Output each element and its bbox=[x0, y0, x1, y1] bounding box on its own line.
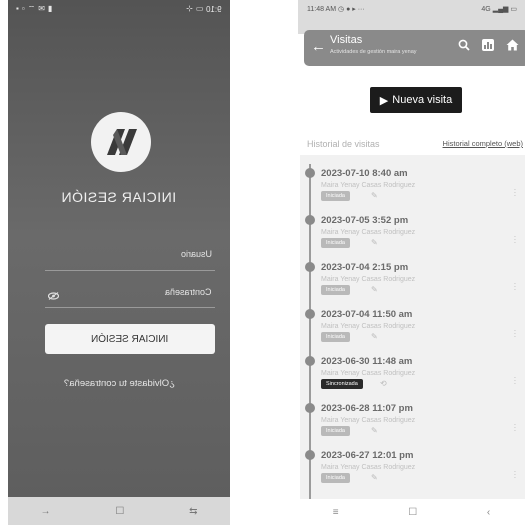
signal-icon: ▫ bbox=[21, 4, 25, 13]
logo-icon bbox=[107, 129, 137, 155]
edit-icon[interactable]: ✎ bbox=[371, 191, 378, 201]
app-bar: ← Visitas Actividades de gestión maira y… bbox=[304, 30, 525, 66]
timeline-dot bbox=[305, 215, 315, 225]
login-button[interactable]: INICIAR SESIÓN bbox=[45, 324, 215, 354]
home-icon[interactable] bbox=[506, 39, 519, 51]
back-arrow-icon[interactable]: ← bbox=[311, 38, 326, 55]
app-bar-subtitle: Actividades de gestión maira yenay bbox=[330, 49, 417, 55]
forgot-password-link[interactable]: ¿Olvidaste tu contraseña? bbox=[8, 378, 230, 389]
history-label: Historial de visitas bbox=[307, 139, 380, 149]
new-visit-label: Nueva visita bbox=[392, 94, 453, 106]
right-system-nav: ≡ ☐ ‹ bbox=[298, 499, 525, 525]
edit-icon[interactable]: ✎ bbox=[371, 285, 378, 295]
password-field[interactable]: Contraseña bbox=[165, 287, 212, 297]
visit-date: 2023-07-10 8:40 am bbox=[321, 168, 408, 179]
full-history-link[interactable]: Historial completo (web) bbox=[443, 139, 523, 148]
app-bar-actions bbox=[458, 39, 519, 51]
nav-recents-icon[interactable]: ⇆ bbox=[189, 506, 197, 517]
password-label: Contraseña bbox=[165, 287, 212, 297]
visit-date: 2023-07-04 11:50 am bbox=[321, 309, 413, 320]
right-status-right: 4G ▂▄▆ ▭ bbox=[481, 5, 517, 13]
status-badge: Iniciada bbox=[321, 426, 350, 436]
battery-small-icon: ▮ bbox=[47, 4, 53, 13]
visit-person: Maira Yenay Casas Rodriguez bbox=[321, 229, 416, 236]
visit-date: 2023-06-28 11:07 pm bbox=[321, 403, 413, 414]
visit-person: Maira Yenay Casas Rodriguez bbox=[321, 323, 416, 330]
visit-item[interactable]: 2023-06-27 12:01 pm Maira Yenay Casas Ro… bbox=[300, 447, 525, 505]
edit-icon[interactable]: ✎ bbox=[371, 332, 378, 342]
left-status-icons: ▪ ▫ ⌔ ✉ ▮ bbox=[16, 5, 52, 13]
more-options-icon[interactable]: · · · bbox=[513, 374, 517, 388]
status-badge: Iniciada bbox=[321, 473, 350, 483]
status-badge: Iniciada bbox=[321, 238, 350, 248]
visit-person: Maira Yenay Casas Rodriguez bbox=[321, 417, 416, 424]
right-status-time: 11:48 AM bbox=[307, 6, 337, 13]
network-type: 4G bbox=[481, 6, 491, 13]
sync-icon: ⟲ bbox=[380, 379, 387, 388]
status-badge: Sincronizada bbox=[321, 379, 363, 389]
right-status-left: 11:48 AM ◷ ● ▸ ··· bbox=[307, 5, 365, 13]
notification-icon: ▪ bbox=[16, 4, 19, 13]
visit-person: Maira Yenay Casas Rodriguez bbox=[321, 182, 416, 189]
play-icon: ▶ bbox=[379, 94, 389, 107]
visits-screen: 11:48 AM ◷ ● ▸ ··· 4G ▂▄▆ ▭ ← Visitas Ac… bbox=[298, 0, 525, 525]
visit-date: 2023-07-05 3:52 pm bbox=[321, 215, 409, 226]
login-title: INICIAR SESIÓN bbox=[61, 189, 177, 205]
status-badge: Iniciada bbox=[321, 332, 350, 342]
edit-icon[interactable]: ✎ bbox=[371, 238, 378, 248]
visit-date: 2023-06-30 11:48 am bbox=[321, 356, 413, 367]
nav-home-icon[interactable]: ☐ bbox=[408, 507, 417, 518]
timeline-dot bbox=[305, 168, 315, 178]
more-options-icon[interactable]: · · · bbox=[513, 327, 517, 341]
password-underline bbox=[45, 307, 215, 308]
battery-icon: ▭ bbox=[195, 4, 204, 13]
battery-icon: ▭ bbox=[510, 6, 517, 13]
app-bar-title: Visitas bbox=[330, 34, 363, 46]
left-status-time: 9:10 bbox=[206, 4, 222, 14]
timeline-dot bbox=[305, 262, 315, 272]
app-logo bbox=[91, 112, 151, 172]
username-label: Usuario bbox=[180, 249, 212, 259]
more-options-icon[interactable]: · · · bbox=[513, 280, 517, 294]
nav-recents-icon[interactable]: ≡ bbox=[333, 507, 339, 518]
more-options-icon[interactable]: · · · bbox=[513, 421, 517, 435]
more-options-icon[interactable]: · · · bbox=[513, 468, 517, 482]
visit-date: 2023-06-27 12:01 pm bbox=[321, 450, 414, 461]
bar-chart-icon[interactable] bbox=[482, 39, 494, 51]
new-visit-button[interactable]: ▶ Nueva visita bbox=[370, 87, 462, 113]
visit-person: Maira Yenay Casas Rodriguez bbox=[321, 464, 416, 471]
timeline-dot bbox=[305, 403, 315, 413]
screenshot-root: ▪ ▫ ⌔ ✉ ▮ ⊹ ▭ 9:10 INICIAR SESIÓN Usuari… bbox=[0, 0, 525, 525]
password-visibility-icon[interactable] bbox=[47, 287, 60, 305]
status-badge: Iniciada bbox=[321, 285, 350, 295]
mail-icon: ✉ bbox=[38, 4, 45, 13]
right-status-bar: 11:48 AM ◷ ● ▸ ··· 4G ▂▄▆ ▭ bbox=[298, 0, 525, 34]
more-options-icon[interactable]: · · · bbox=[513, 233, 517, 247]
timeline-dot bbox=[305, 309, 315, 319]
search-icon[interactable] bbox=[458, 39, 470, 51]
username-field[interactable]: Usuario bbox=[181, 249, 212, 259]
status-badge: Iniciada bbox=[321, 191, 350, 201]
edit-icon[interactable]: ✎ bbox=[371, 473, 378, 483]
left-status-right: ⊹ ▭ 9:10 bbox=[186, 5, 222, 14]
timeline-dot bbox=[305, 356, 315, 366]
nav-back-icon[interactable]: → bbox=[40, 506, 50, 517]
visit-person: Maira Yenay Casas Rodriguez bbox=[321, 370, 416, 377]
timeline-dot bbox=[305, 450, 315, 460]
left-system-nav: → ☐ ⇆ bbox=[8, 497, 230, 525]
signal-bars-icon: ▂▄▆ bbox=[492, 6, 511, 13]
nav-home-icon[interactable]: ☐ bbox=[115, 506, 124, 517]
alarm-icon: ◷ ● ▸ ··· bbox=[338, 6, 365, 13]
network-icon: ⊹ bbox=[186, 4, 193, 13]
login-screen: ▪ ▫ ⌔ ✉ ▮ ⊹ ▭ 9:10 INICIAR SESIÓN Usuari… bbox=[8, 0, 230, 525]
nav-back-icon[interactable]: ‹ bbox=[487, 507, 490, 518]
left-status-bar: ▪ ▫ ⌔ ✉ ▮ ⊹ ▭ 9:10 bbox=[8, 0, 230, 18]
wifi-icon: ⌔ bbox=[27, 4, 36, 13]
visit-date: 2023-07-04 2:15 pm bbox=[321, 262, 409, 273]
username-underline bbox=[45, 270, 215, 271]
visit-person: Maira Yenay Casas Rodriguez bbox=[321, 276, 416, 283]
edit-icon[interactable]: ✎ bbox=[371, 426, 378, 436]
more-options-icon[interactable]: · · · bbox=[513, 186, 517, 200]
